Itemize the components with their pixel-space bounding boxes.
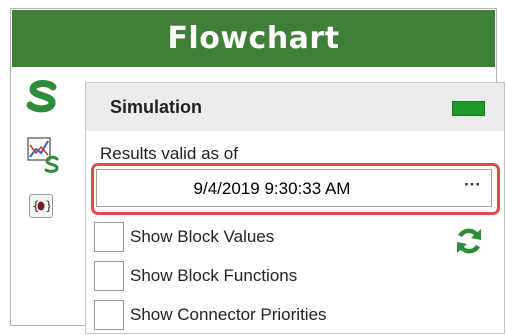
simulation-panel-header: Simulation xyxy=(86,83,504,131)
results-valid-label: Results valid as of xyxy=(100,144,238,163)
simulation-title: Simulation xyxy=(110,97,203,117)
option-show-block-functions[interactable]: Show Block Functions xyxy=(94,261,297,291)
results-datetime-value: 9/4/2019 9:30:33 AM xyxy=(193,179,351,198)
option-show-block-values[interactable]: Show Block Values xyxy=(94,222,274,252)
show-connector-priorities-label: Show Connector Priorities xyxy=(130,305,327,324)
show-block-values-label: Show Block Values xyxy=(130,227,275,246)
title-bar: Flowchart xyxy=(12,10,495,67)
flowchart-window: Flowchart { } Simulation xyxy=(10,8,505,334)
show-connector-priorities-checkbox[interactable] xyxy=(94,300,124,330)
option-show-connector-priorities[interactable]: Show Connector Priorities xyxy=(94,300,327,330)
window-title: Flowchart xyxy=(167,21,340,56)
refresh-icon[interactable] xyxy=(454,226,484,261)
debug-bug-icon[interactable]: { } xyxy=(29,194,53,218)
svg-text:}: } xyxy=(45,199,50,213)
simulation-s-icon[interactable] xyxy=(25,79,59,118)
show-block-values-checkbox[interactable] xyxy=(94,222,124,252)
chart-icon[interactable] xyxy=(27,137,59,178)
simulation-status-indicator xyxy=(452,101,485,116)
results-datetime-field[interactable]: 9/4/2019 9:30:33 AM ··· xyxy=(96,169,492,207)
show-block-functions-label: Show Block Functions xyxy=(130,266,298,285)
simulation-panel: Simulation Results valid as of 9/4/2019 … xyxy=(85,82,505,334)
show-block-functions-checkbox[interactable] xyxy=(94,261,124,291)
browse-ellipsis-button[interactable]: ··· xyxy=(464,175,481,195)
